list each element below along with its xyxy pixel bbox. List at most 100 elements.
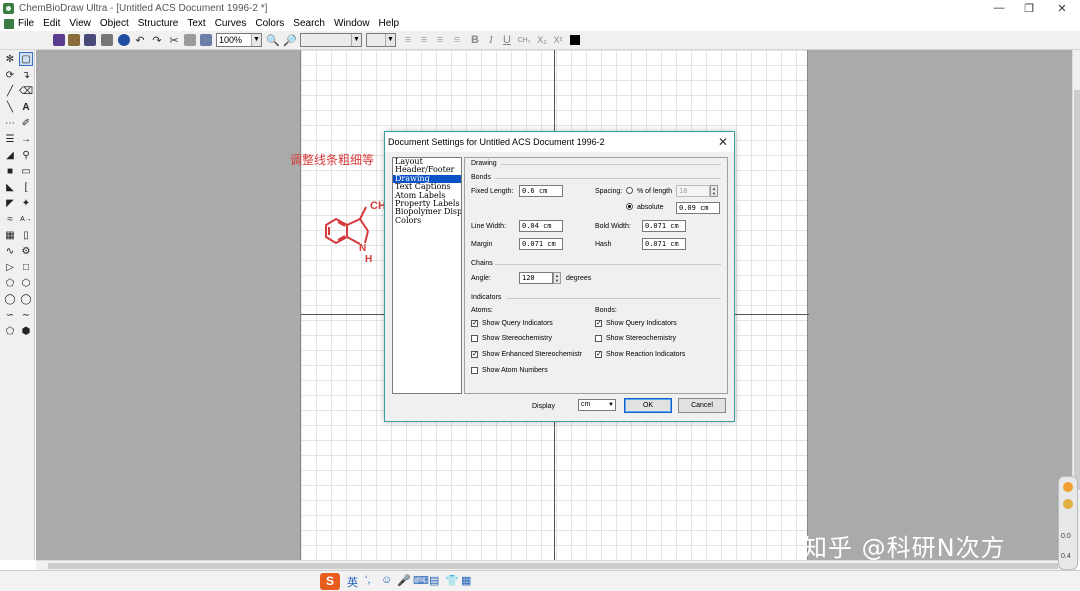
atom-query-indicators-checkbox[interactable]: ✓ [471, 320, 478, 327]
keyboard-icon[interactable]: ⌨ [413, 574, 429, 587]
angle-field[interactable]: 120 [519, 272, 553, 284]
grid-menu-icon[interactable]: ▦ [461, 574, 471, 587]
font-select[interactable]: ▼ [300, 33, 362, 47]
undo-icon[interactable]: ↶ [133, 33, 147, 47]
menu-curves[interactable]: Curves [215, 18, 247, 29]
menu-edit[interactable]: Edit [43, 18, 60, 29]
ime-language-label[interactable]: 英 [347, 574, 358, 590]
marquee-icon[interactable]: ▢ [19, 52, 33, 66]
dialog-close-icon[interactable]: ✕ [718, 132, 728, 152]
menu-text[interactable]: Text [187, 18, 205, 29]
bond-dashed-icon[interactable]: ⋯ [3, 116, 17, 130]
cyclohexane-icon[interactable]: ⬡ [19, 276, 33, 290]
align-left-icon[interactable]: ≡ [401, 33, 415, 47]
arrow-tool-icon[interactable]: → [19, 132, 33, 146]
align-right-icon[interactable]: ≡ [433, 33, 447, 47]
benzene-icon[interactable]: ⬢ [19, 324, 33, 338]
save-icon[interactable] [83, 33, 97, 47]
restore-button[interactable]: ❐ [1015, 0, 1043, 16]
menu-colors[interactable]: Colors [255, 18, 284, 29]
rotate-icon[interactable]: ⟳ [3, 68, 17, 82]
skin-icon[interactable]: 👕 [445, 574, 459, 587]
sogou-ime-icon[interactable]: S [320, 573, 340, 590]
cyclopentane-icon[interactable]: ⬠ [3, 276, 17, 290]
cyclooctane-icon[interactable]: ◯ [19, 292, 33, 306]
indoline-molecule[interactable]: CH N H [320, 195, 390, 265]
percent-field[interactable]: 18 [676, 185, 710, 197]
bold-width-field[interactable]: 0.071 cm [642, 220, 686, 232]
print-icon[interactable] [100, 33, 114, 47]
open-icon[interactable] [67, 33, 81, 47]
eraser-icon[interactable]: ⌫ [19, 84, 33, 98]
bond-wedge-icon[interactable]: ◣ [3, 180, 17, 194]
lasso-icon[interactable]: ✻ [3, 52, 17, 66]
bond-double-icon[interactable]: ╲ [3, 100, 17, 114]
atom-map-icon[interactable]: A→ [19, 212, 33, 226]
menu-view[interactable]: View [69, 18, 91, 29]
emoji-icon[interactable]: ☺ [381, 574, 392, 586]
chem-symbol-icon[interactable]: ✦ [19, 196, 33, 210]
underline-button[interactable]: U [500, 33, 514, 47]
bond-single-icon[interactable]: ╱ [3, 84, 17, 98]
atom-enhanced-stereo-checkbox[interactable]: ✓ [471, 351, 478, 358]
zoom-in-icon[interactable]: 🔍 [266, 33, 280, 47]
text-tool-icon[interactable]: A [19, 100, 33, 114]
drawing-elements-icon[interactable]: ▭ [19, 164, 33, 178]
minimize-button[interactable]: — [985, 0, 1013, 16]
ok-button[interactable]: OK [624, 398, 672, 413]
bond-bold-icon[interactable]: ■ [3, 164, 17, 178]
bracket-icon[interactable]: [ [19, 180, 33, 194]
hash-field[interactable]: 0.071 cm [642, 238, 686, 250]
display-select[interactable]: cm ▼ [578, 399, 616, 411]
magnifier-icon[interactable]: ⚲ [19, 148, 33, 162]
cut-icon[interactable]: ✂ [167, 33, 181, 47]
side-widget[interactable]: 0.0 0.4 [1058, 476, 1078, 570]
bond-wedge-alt-icon[interactable]: ◤ [3, 196, 17, 210]
subscript-button[interactable]: X₂ [535, 33, 549, 47]
tlc-plate-icon[interactable]: ▯ [19, 228, 33, 242]
absolute-field[interactable]: 0.09 cm [676, 202, 720, 214]
line-width-field[interactable]: 0.04 cm [519, 220, 563, 232]
microphone-icon[interactable]: 🎤 [397, 574, 411, 587]
cyclopentadiene-icon[interactable]: ⬠ [3, 324, 17, 338]
table-icon[interactable]: ▦ [3, 228, 17, 242]
category-list[interactable]: Layout Header/Footer Drawing Text Captio… [392, 157, 462, 394]
flask-icon[interactable]: ⚙ [19, 244, 33, 258]
cyclopropane-icon[interactable]: ▷ [3, 260, 17, 274]
horizontal-scroll-thumb[interactable] [48, 563, 1058, 569]
bond-query-indicators-checkbox[interactable]: ✓ [595, 320, 602, 327]
menu-help[interactable]: Help [379, 18, 400, 29]
zoom-select[interactable]: 100% ▼ [216, 33, 262, 47]
close-button[interactable]: ✕ [1048, 0, 1076, 16]
margin-field[interactable]: 0.071 cm [519, 238, 563, 250]
menu-file[interactable]: File [18, 18, 34, 29]
spacing-percent-radio[interactable] [626, 187, 633, 194]
zoom-out-icon[interactable]: 🔎 [283, 33, 297, 47]
paste-icon[interactable] [199, 33, 213, 47]
chain-icon[interactable]: ∿ [3, 244, 17, 258]
chair-conformation-alt-icon[interactable]: ∼ [19, 308, 33, 322]
atom-stereochemistry-checkbox[interactable] [471, 335, 478, 342]
vertical-scroll-thumb[interactable] [1074, 90, 1080, 490]
new-document-icon[interactable] [52, 33, 66, 47]
menu-object[interactable]: Object [100, 18, 129, 29]
menu-structure[interactable]: Structure [138, 18, 179, 29]
menu-window[interactable]: Window [334, 18, 370, 29]
superscript-button[interactable]: X² [551, 33, 565, 47]
chair-conformation-icon[interactable]: ∽ [3, 308, 17, 322]
atom-numbers-checkbox[interactable] [471, 367, 478, 374]
toolbox-icon[interactable]: ▤ [429, 574, 439, 587]
cancel-button[interactable]: Cancel [678, 398, 726, 413]
spacing-absolute-radio[interactable] [626, 203, 633, 210]
pen-icon[interactable]: ✐ [19, 116, 33, 130]
menu-search[interactable]: Search [293, 18, 325, 29]
italic-button[interactable]: I [484, 33, 498, 47]
bond-hashed-wedge-icon[interactable]: ◢ [3, 148, 17, 162]
copy-icon[interactable] [183, 33, 197, 47]
category-colors[interactable]: Colors [393, 216, 461, 225]
redo-icon[interactable]: ↷ [150, 33, 164, 47]
angle-spinner[interactable]: ▲ ▼ [553, 272, 561, 284]
bond-stereochemistry-checkbox[interactable] [595, 335, 602, 342]
size-select[interactable]: ▼ [366, 33, 396, 47]
color-swatch[interactable] [568, 33, 582, 47]
